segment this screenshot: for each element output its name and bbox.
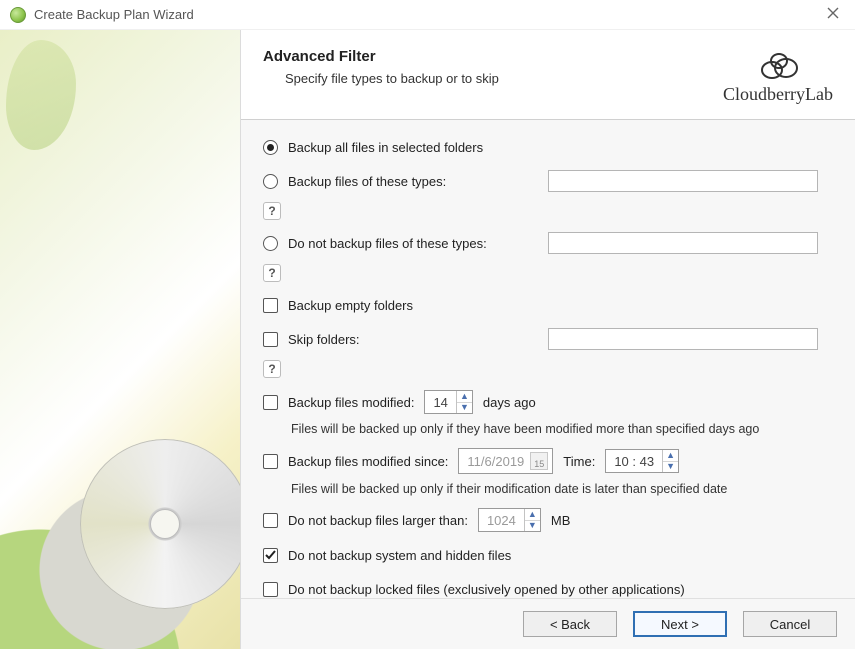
checkbox-max-size[interactable] bbox=[263, 513, 278, 528]
back-button[interactable]: < Back bbox=[523, 611, 617, 637]
content-panel: Backup all files in selected folders Bac… bbox=[241, 120, 855, 598]
label-skip-folders: Skip folders: bbox=[288, 332, 538, 347]
checkbox-skip-locked[interactable] bbox=[263, 582, 278, 597]
next-button[interactable]: Next > bbox=[633, 611, 727, 637]
input-skip-folders[interactable] bbox=[548, 328, 818, 350]
input-backup-types[interactable] bbox=[548, 170, 818, 192]
help-backup-types[interactable]: ? bbox=[263, 202, 281, 220]
chevron-down-icon[interactable]: ▼ bbox=[457, 403, 472, 414]
checkbox-skip-system[interactable] bbox=[263, 548, 278, 563]
hint-modified-since: Files will be backed up only if their mo… bbox=[291, 482, 837, 496]
unit-modified-days: days ago bbox=[483, 395, 536, 410]
app-icon bbox=[10, 7, 26, 23]
label-backup-empty: Backup empty folders bbox=[288, 298, 413, 313]
spinner-time[interactable]: 10 : 43 ▲▼ bbox=[605, 449, 679, 473]
calendar-icon[interactable]: 15 bbox=[530, 452, 548, 470]
value-time: 10 : 43 bbox=[606, 450, 662, 472]
titlebar: Create Backup Plan Wizard bbox=[0, 0, 855, 30]
hint-modified-days: Files will be backed up only if they hav… bbox=[291, 422, 837, 436]
label-backup-all: Backup all files in selected folders bbox=[288, 140, 483, 155]
unit-max-size: MB bbox=[551, 513, 571, 528]
help-skip-folders[interactable]: ? bbox=[263, 360, 281, 378]
wizard-footer: < Back Next > Cancel bbox=[241, 598, 855, 649]
wizard-sidebar-graphic bbox=[0, 30, 240, 649]
checkbox-skip-folders[interactable] bbox=[263, 332, 278, 347]
close-icon[interactable] bbox=[821, 4, 845, 26]
label-skip-locked: Do not backup locked files (exclusively … bbox=[288, 582, 685, 597]
checkbox-modified-since[interactable] bbox=[263, 454, 278, 469]
page-subtitle: Specify file types to backup or to skip bbox=[285, 71, 499, 86]
brand-text: CloudberryLab bbox=[723, 84, 833, 105]
radio-skip-types[interactable] bbox=[263, 236, 278, 251]
label-skip-system: Do not backup system and hidden files bbox=[288, 548, 511, 563]
checkbox-backup-empty[interactable] bbox=[263, 298, 278, 313]
label-skip-types: Do not backup files of these types: bbox=[288, 236, 538, 251]
window-title: Create Backup Plan Wizard bbox=[34, 7, 194, 22]
radio-backup-all[interactable] bbox=[263, 140, 278, 155]
spinner-max-size[interactable]: 1024 ▲▼ bbox=[478, 508, 541, 532]
datepicker-modified-since[interactable]: 11/6/2019 15 bbox=[458, 448, 553, 474]
value-modified-since-date: 11/6/2019 bbox=[467, 454, 524, 469]
spinner-modified-days[interactable]: 14 ▲▼ bbox=[424, 390, 472, 414]
page-title: Advanced Filter bbox=[263, 48, 499, 65]
label-modified-since: Backup files modified since: bbox=[288, 454, 448, 469]
label-time: Time: bbox=[563, 454, 595, 469]
label-max-size: Do not backup files larger than: bbox=[288, 513, 468, 528]
chevron-up-icon[interactable]: ▲ bbox=[457, 391, 472, 403]
checkbox-modified-days[interactable] bbox=[263, 395, 278, 410]
chevron-down-icon[interactable]: ▼ bbox=[663, 462, 678, 473]
help-skip-types[interactable]: ? bbox=[263, 264, 281, 282]
chevron-up-icon[interactable]: ▲ bbox=[525, 509, 540, 521]
chevron-down-icon[interactable]: ▼ bbox=[525, 521, 540, 532]
value-max-size: 1024 bbox=[479, 509, 524, 531]
label-backup-types: Backup files of these types: bbox=[288, 174, 538, 189]
value-modified-days: 14 bbox=[425, 391, 455, 413]
cancel-button[interactable]: Cancel bbox=[743, 611, 837, 637]
cloud-icon bbox=[754, 48, 802, 82]
brand-logo: CloudberryLab bbox=[723, 48, 833, 105]
radio-backup-types[interactable] bbox=[263, 174, 278, 189]
page-header: Advanced Filter Specify file types to ba… bbox=[241, 30, 855, 120]
chevron-up-icon[interactable]: ▲ bbox=[663, 450, 678, 462]
input-skip-types[interactable] bbox=[548, 232, 818, 254]
label-modified-days: Backup files modified: bbox=[288, 395, 414, 410]
